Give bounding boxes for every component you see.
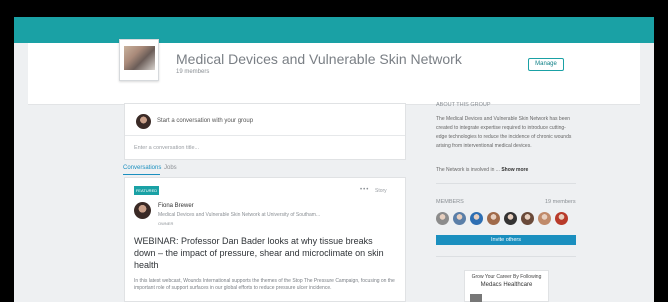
post-more-label[interactable]: Story xyxy=(375,188,387,194)
member-avatar[interactable] xyxy=(521,212,534,225)
post-excerpt: In this latest webcast, Wounds Internati… xyxy=(134,278,395,291)
page-title: Medical Devices and Vulnerable Skin Netw… xyxy=(176,51,462,67)
conversation-title-input[interactable]: Enter a conversation title... xyxy=(134,145,199,151)
post-title[interactable]: WEBINAR: Professor Dan Bader looks at wh… xyxy=(134,235,396,271)
member-avatar[interactable] xyxy=(453,212,466,225)
featured-post: FEATURED ••• Story Fiona Brewer Medical … xyxy=(124,177,406,302)
promo-thumbnail xyxy=(470,294,482,302)
member-avatar[interactable] xyxy=(487,212,500,225)
author-headline: Medical Devices and Vulnerable Skin Netw… xyxy=(158,212,321,218)
tab-conversations[interactable]: Conversations xyxy=(123,165,161,171)
members-heading: MEMBERS xyxy=(436,199,464,205)
start-conversation-input[interactable]: Start a conversation with your group xyxy=(157,118,253,124)
top-banner xyxy=(14,17,654,43)
app-window: Medical Devices and Vulnerable Skin Netw… xyxy=(14,17,654,302)
promo-line1: Grow Your Career By Following xyxy=(471,274,542,280)
divider xyxy=(436,183,576,184)
tab-jobs[interactable]: Jobs xyxy=(164,165,177,171)
group-logo[interactable] xyxy=(119,39,159,81)
promo-card[interactable]: Grow Your Career By Following Medacs Hea… xyxy=(464,270,549,302)
member-avatar[interactable] xyxy=(470,212,483,225)
about-more: The Network is involved in ... Show more xyxy=(436,167,528,173)
member-avatar[interactable] xyxy=(504,212,517,225)
invite-others-button[interactable]: Invite others xyxy=(436,235,576,245)
member-avatar[interactable] xyxy=(555,212,568,225)
author-avatar[interactable] xyxy=(134,202,151,219)
member-avatar[interactable] xyxy=(538,212,551,225)
divider xyxy=(125,135,405,136)
member-avatar[interactable] xyxy=(436,212,449,225)
about-description: The Medical Devices and Vulnerable Skin … xyxy=(436,116,572,149)
show-more-link[interactable]: Show more xyxy=(501,167,528,173)
featured-badge: FEATURED xyxy=(134,186,159,195)
manage-button[interactable]: Manage xyxy=(528,58,564,71)
about-more-prefix: The Network is involved in ... xyxy=(436,167,500,173)
conversation-composer: Start a conversation with your group Ent… xyxy=(124,103,406,160)
author-name[interactable]: Fiona Brewer xyxy=(158,203,194,209)
author-role-badge: OWNER xyxy=(158,221,174,226)
active-tab-indicator xyxy=(123,174,160,175)
avatar xyxy=(136,114,151,129)
divider xyxy=(436,256,576,257)
more-options-icon[interactable]: ••• xyxy=(360,187,369,193)
about-heading: ABOUT THIS GROUP xyxy=(436,102,491,108)
group-member-count[interactable]: 19 members xyxy=(176,69,209,75)
members-count-link[interactable]: 19 members xyxy=(545,199,576,205)
member-avatars xyxy=(436,212,581,225)
promo-company[interactable]: Medacs Healthcare xyxy=(465,282,548,288)
